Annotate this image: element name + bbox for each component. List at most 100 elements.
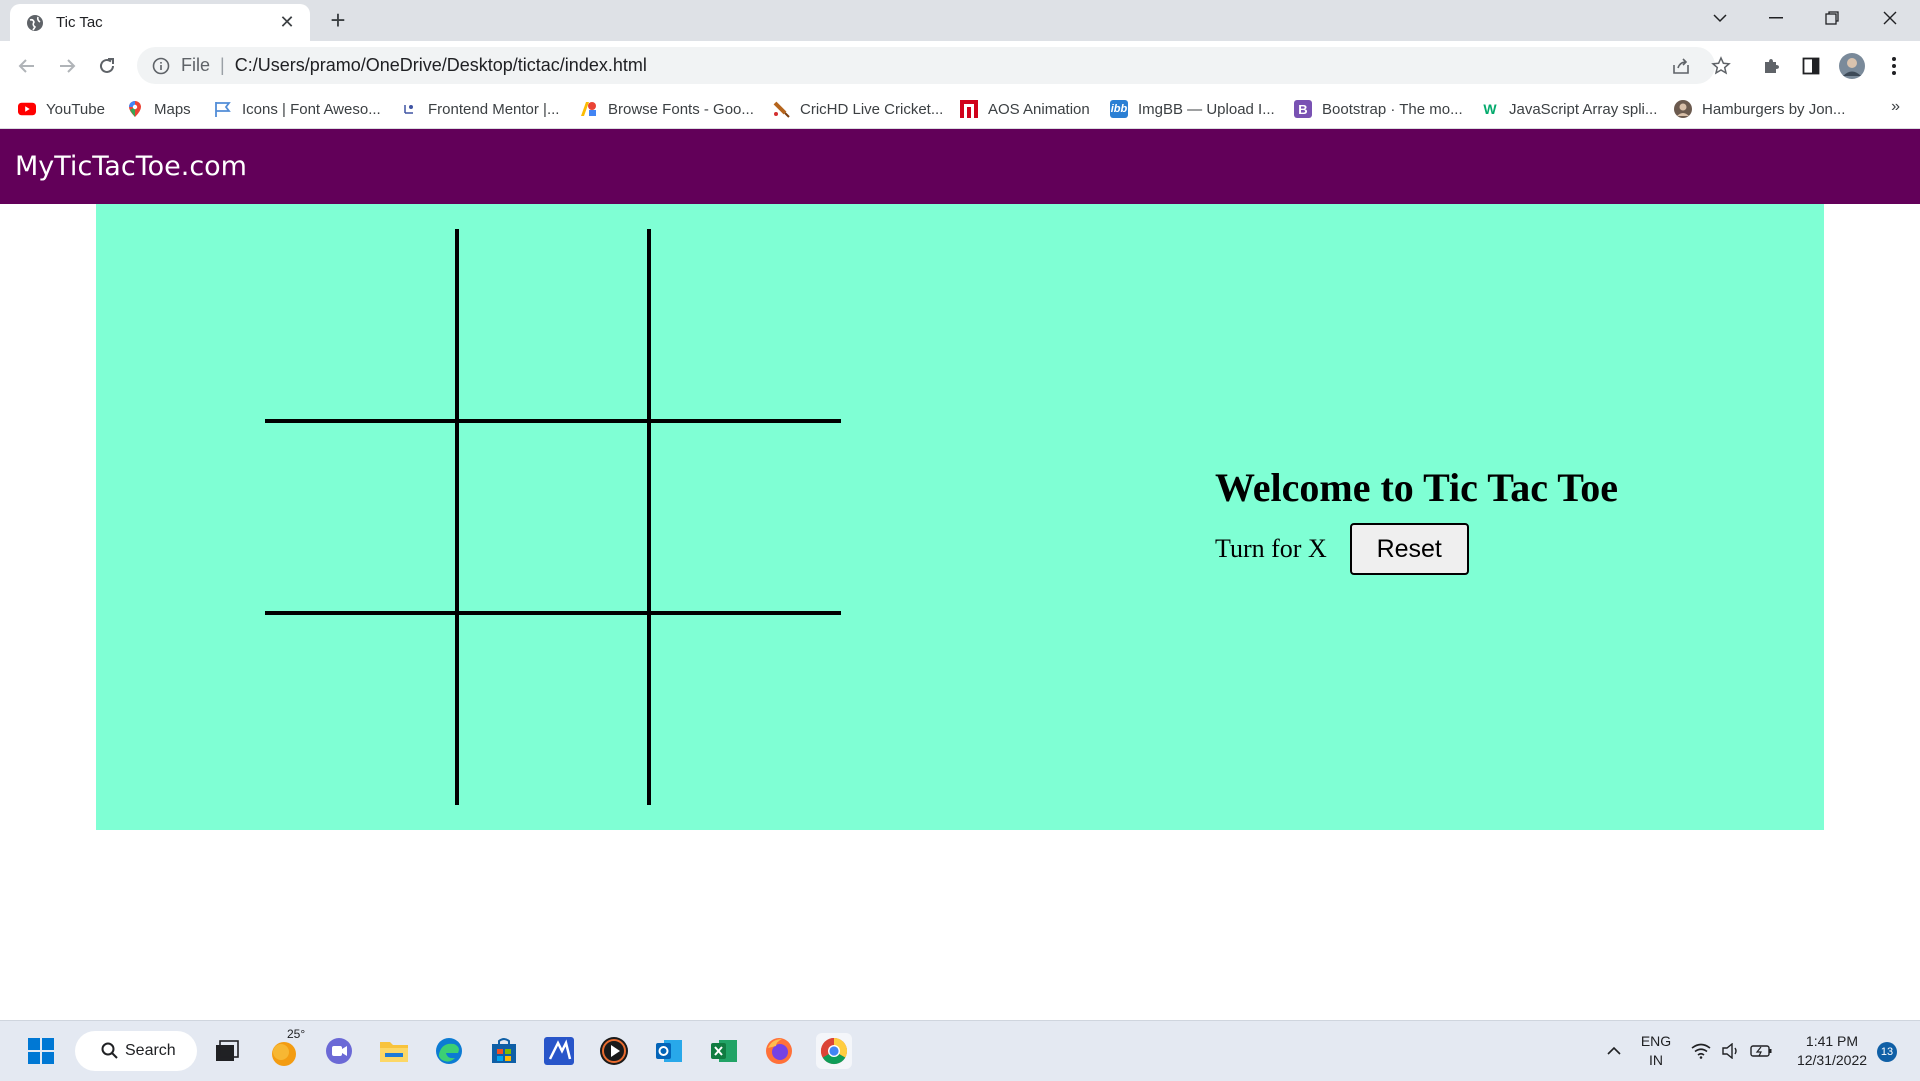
site-header: MyTicTacToe.com [0,129,1920,204]
tab-title: Tic Tac [56,14,103,31]
browser-toolbar: File | C:/Users/pramo/OneDrive/Desktop/t… [0,41,1920,90]
bookmark-maps[interactable]: Maps [126,97,191,121]
clock[interactable]: 1:41 PM 12/31/2022 [1790,1032,1874,1070]
weather-temp: 25° [285,1027,308,1041]
restore-icon[interactable] [1804,0,1860,36]
bookmark-star-icon[interactable] [1710,55,1732,77]
bookmark-label: Frontend Mentor |... [428,100,560,118]
bookmarks-bar: YouTube Maps Icons | Font Aweso... Front… [0,90,1920,129]
back-arrow-icon[interactable] [13,52,41,80]
welcome-heading: Welcome to Tic Tac Toe [1215,465,1618,510]
bookmark-crichd[interactable]: CricHD Live Cricket... [772,97,943,121]
board-cell[interactable] [457,613,649,805]
address-divider: | [220,55,225,75]
chevron-up-icon[interactable] [1596,1033,1632,1069]
browser-tab[interactable]: Tic Tac ✕ [10,4,310,41]
maps-pin-icon [126,100,144,118]
bookmark-label: Maps [154,100,191,118]
bookmark-label: Browse Fonts - Goo... [608,100,754,118]
volume-icon[interactable] [1716,1033,1746,1069]
minimize-icon[interactable] [1748,0,1804,36]
game-info-panel: Welcome to Tic Tac Toe Turn for X Reset [1215,464,1618,575]
board-cell[interactable] [265,229,457,421]
board-cell[interactable] [457,421,649,613]
chat-icon[interactable] [321,1033,357,1069]
reload-icon[interactable] [93,52,121,80]
reset-button[interactable]: Reset [1349,523,1469,575]
board-cell[interactable] [457,229,649,421]
profile-avatar[interactable] [1838,52,1866,80]
bookmark-youtube[interactable]: YouTube [18,97,105,121]
weather-widget-icon[interactable]: 25° [267,1027,308,1069]
bookmark-label: Icons | Font Aweso... [242,100,381,118]
more-bookmarks-button[interactable]: » [1891,98,1900,116]
flag-icon [214,100,232,118]
board-cell[interactable] [265,613,457,805]
outlook-icon[interactable] [651,1033,687,1069]
task-view-icon[interactable] [209,1033,245,1069]
windows-start-icon[interactable] [23,1033,59,1069]
language-label: ENG [1640,1033,1672,1049]
w3schools-icon: W [1483,101,1497,117]
notification-badge[interactable]: 13 [1877,1042,1897,1062]
close-window-icon[interactable] [1862,0,1918,36]
bookmark-label: JavaScript Array spli... [1509,100,1658,118]
clock-date: 12/31/2022 [1796,1052,1868,1068]
board-cell[interactable] [265,421,457,613]
region-label: IN [1649,1052,1663,1068]
taskbar-search[interactable]: Search [75,1031,197,1071]
visual-studio-icon[interactable] [541,1033,577,1069]
battery-icon[interactable] [1746,1033,1776,1069]
windows-taskbar: Search 25° ENG IN 1:41 PM 12/31/2022 13 [0,1020,1920,1081]
bookmark-bootstrap[interactable]: B Bootstrap · The mo... [1294,97,1463,121]
media-player-icon[interactable] [596,1033,632,1069]
chrome-icon[interactable] [816,1033,852,1069]
avatar-icon [1674,100,1692,118]
share-icon[interactable] [1670,55,1692,77]
address-url[interactable]: C:/Users/pramo/OneDrive/Desktop/tictac/i… [235,55,647,76]
excel-icon[interactable] [706,1033,742,1069]
search-icon [101,1042,119,1065]
clock-time: 1:41 PM [1805,1033,1859,1049]
bookmark-label: YouTube [46,100,105,118]
game-area: Welcome to Tic Tac Toe Turn for X Reset [96,204,1824,830]
bookmark-font-awesome[interactable]: Icons | Font Aweso... [214,97,381,121]
side-panel-icon[interactable] [1797,52,1825,80]
aos-icon [960,100,978,118]
address-bar[interactable]: File | C:/Users/pramo/OneDrive/Desktop/t… [137,47,1731,84]
frontend-mentor-icon [400,100,418,118]
forward-arrow-icon[interactable] [53,52,81,80]
search-label: Search [125,1042,176,1059]
info-icon[interactable] [151,56,171,76]
board-cell[interactable] [649,229,841,421]
file-explorer-icon[interactable] [376,1033,412,1069]
bookmark-imgbb[interactable]: ibb ImgBB — Upload I... [1110,97,1275,121]
edge-browser-icon[interactable] [431,1033,467,1069]
bookmark-google-fonts[interactable]: Browse Fonts - Goo... [580,97,754,121]
wifi-icon[interactable] [1686,1033,1716,1069]
bookmark-aos-animation[interactable]: AOS Animation [960,97,1090,121]
cricket-bat-icon [772,100,790,118]
google-fonts-icon [580,100,598,118]
board-cell[interactable] [649,613,841,805]
bookmark-label: AOS Animation [988,100,1090,118]
firefox-icon[interactable] [761,1033,797,1069]
new-tab-button[interactable]: + [324,6,352,34]
board-cell[interactable] [649,421,841,613]
close-tab-icon[interactable]: ✕ [276,12,298,33]
bookmark-w3schools[interactable]: W JavaScript Array spli... [1481,97,1657,121]
bookmark-label: Bootstrap · The mo... [1322,100,1463,118]
tab-strip: Tic Tac ✕ + [0,0,1920,41]
bookmark-frontend-mentor[interactable]: Frontend Mentor |... [400,97,559,121]
bookmark-hamburgers[interactable]: Hamburgers by Jon... [1674,97,1845,121]
site-title: MyTicTacToe.com [15,151,247,182]
more-menu-icon[interactable] [1880,52,1908,80]
tab-search-chevron-icon[interactable] [1692,0,1748,36]
microsoft-store-icon[interactable] [486,1033,522,1069]
turn-indicator: Turn for X [1215,534,1327,563]
bookmark-label: ImgBB — Upload I... [1138,100,1275,118]
globe-icon [26,14,44,32]
bootstrap-icon: B [1294,100,1312,118]
input-language-indicator[interactable]: ENG IN [1634,1032,1678,1070]
extensions-puzzle-icon[interactable] [1757,52,1785,80]
